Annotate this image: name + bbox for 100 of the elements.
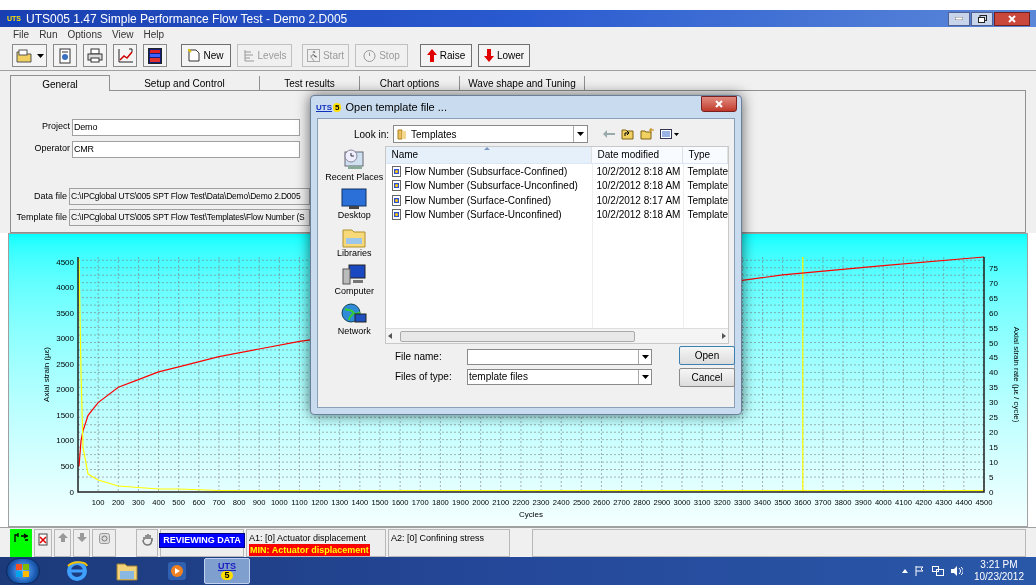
view-menu-icon[interactable] xyxy=(660,129,680,139)
caret-icon xyxy=(641,374,649,379)
document-icon xyxy=(57,47,73,64)
axis-title: Axial strain (µε) xyxy=(42,347,51,402)
speaker-icon[interactable] xyxy=(950,566,963,576)
sidebar-item[interactable]: Computer xyxy=(334,264,374,297)
axis-tick-label: 65 xyxy=(989,293,998,303)
minimize-icon xyxy=(955,17,963,20)
printer-icon xyxy=(87,48,103,63)
dialog-button[interactable]: Open xyxy=(679,346,735,365)
globe-e-icon xyxy=(66,560,88,582)
table-cell-text: Template xyxy=(686,193,728,208)
toolbar-button[interactable] xyxy=(143,44,167,67)
axis-tick-label: 15 xyxy=(989,443,998,453)
sidebar-item[interactable]: Network xyxy=(337,302,371,337)
up-folder-icon[interactable] xyxy=(621,128,634,140)
combo-field[interactable]: template files xyxy=(467,368,652,385)
text-field[interactable]: C:\IPCglobal UTS\005 SPT Flow Test\Templates\Flow Number (S xyxy=(69,209,310,226)
axis-tick-label: 25 xyxy=(989,413,998,423)
tab[interactable]: Chart options xyxy=(360,76,460,90)
dialog-button[interactable]: Cancel xyxy=(679,368,735,387)
toolbar-button[interactable]: Lower xyxy=(478,44,530,67)
close-icon xyxy=(1008,14,1016,23)
column-header[interactable]: Name xyxy=(386,147,593,163)
template-file-icon xyxy=(392,165,402,177)
open-button[interactable] xyxy=(12,44,47,67)
text-field[interactable]: C:\IPCglobal UTS\005 SPT Flow Test\Data\Demo\Demo 2.D005 xyxy=(69,188,310,205)
look-in-dropdown[interactable]: Templates xyxy=(393,125,588,143)
axis-tick-label: 500 xyxy=(60,462,74,471)
globe-monitor-icon xyxy=(341,302,368,326)
menu-item[interactable]: Run xyxy=(39,26,58,42)
restore-button[interactable] xyxy=(971,11,993,26)
menu-item[interactable]: View xyxy=(111,26,134,42)
tab[interactable]: Setup and Control xyxy=(110,76,260,90)
menu-item[interactable]: Options xyxy=(67,26,102,42)
sidebar-item[interactable]: Desktop xyxy=(337,188,371,221)
text-field[interactable]: CMR xyxy=(72,140,300,158)
field-label: File name: xyxy=(395,350,443,364)
up-arrow-icon xyxy=(57,533,68,542)
tab[interactable]: Wave shape and Tuning xyxy=(460,76,585,90)
template-file-icon xyxy=(392,194,402,206)
chart-export-icon xyxy=(116,47,134,64)
column-header[interactable]: Type xyxy=(683,147,728,163)
axis-tick-label: 0 xyxy=(69,487,74,497)
toolbar-button[interactable]: Raise xyxy=(420,44,472,67)
color-grid-icon xyxy=(148,47,162,64)
axis-tick-label: 75 xyxy=(989,263,998,273)
clock[interactable]: 3:21 PM 10/23/2012 xyxy=(973,559,1024,583)
play-button-icon xyxy=(167,561,187,581)
up-arrow-icon xyxy=(426,49,437,62)
tab[interactable]: Test results xyxy=(260,76,360,90)
clock-time: 3:21 PM xyxy=(980,559,1018,571)
toolbar-button[interactable]: New xyxy=(181,44,231,67)
start-button[interactable] xyxy=(6,558,40,584)
combo-field[interactable] xyxy=(467,348,652,365)
network-icon[interactable] xyxy=(931,566,944,576)
taskbar-button[interactable]: UTS 5 xyxy=(204,558,250,584)
flag-icon[interactable] xyxy=(914,566,925,576)
table-cell-text: Template xyxy=(686,179,728,194)
toolbar-button[interactable] xyxy=(83,44,107,67)
runner-icon xyxy=(306,49,320,62)
menu-item[interactable]: Help xyxy=(143,26,165,42)
column-header[interactable]: Date modified xyxy=(592,147,684,163)
template-entry[interactable]: Flow Number (Surface-Confined) xyxy=(386,192,593,208)
caret-up-icon[interactable] xyxy=(901,569,908,573)
text-field[interactable]: Demo xyxy=(72,118,300,136)
scrollbar-thumb[interactable] xyxy=(400,330,636,342)
template-entry[interactable]: Flow Number (Surface-Unconfined) xyxy=(386,207,593,223)
tab[interactable]: General xyxy=(10,75,110,91)
axis-tick-label: 55 xyxy=(989,323,998,333)
axis-tick-label: 4500 xyxy=(56,257,74,267)
table-cell-text: 10/2/2012 8:18 AM xyxy=(595,208,682,223)
sidebar-item[interactable]: Recent Places xyxy=(325,148,384,183)
template-file-icon xyxy=(392,209,402,221)
new-file-icon xyxy=(188,49,201,62)
monitor-icon xyxy=(341,188,368,210)
axis-tick-label: 40 xyxy=(989,368,998,378)
menu-item[interactable]: File xyxy=(13,26,30,42)
field-label: Template file xyxy=(15,210,67,224)
field-label: Data file xyxy=(32,189,67,203)
template-entry[interactable]: Flow Number (Subsurface-Confined) xyxy=(386,163,593,179)
field-label: Look in: xyxy=(352,127,390,142)
table-cell-text: 10/2/2012 8:17 AM xyxy=(595,193,682,208)
close-button[interactable] xyxy=(994,11,1030,26)
scroll-right-icon xyxy=(722,333,726,339)
table-cell-text: Template xyxy=(686,164,728,179)
sort-arrow-icon xyxy=(484,147,491,150)
caret-icon xyxy=(577,132,584,136)
crossed-document-icon xyxy=(38,533,48,546)
caret-icon xyxy=(37,53,44,58)
new-folder-icon[interactable] xyxy=(640,128,654,140)
horizontal-scrollbar[interactable] xyxy=(386,328,728,343)
clock-window-icon xyxy=(342,148,367,172)
template-entry[interactable]: Flow Number (Subsurface-Unconfined) xyxy=(386,178,593,194)
sidebar-item[interactable]: Libraries xyxy=(336,226,372,259)
minimize-button[interactable] xyxy=(948,11,970,26)
restore-icon xyxy=(977,14,987,23)
axis-tick-label: 2000 xyxy=(56,385,74,395)
close-button[interactable] xyxy=(701,96,737,112)
stopwatch-icon xyxy=(363,49,377,62)
